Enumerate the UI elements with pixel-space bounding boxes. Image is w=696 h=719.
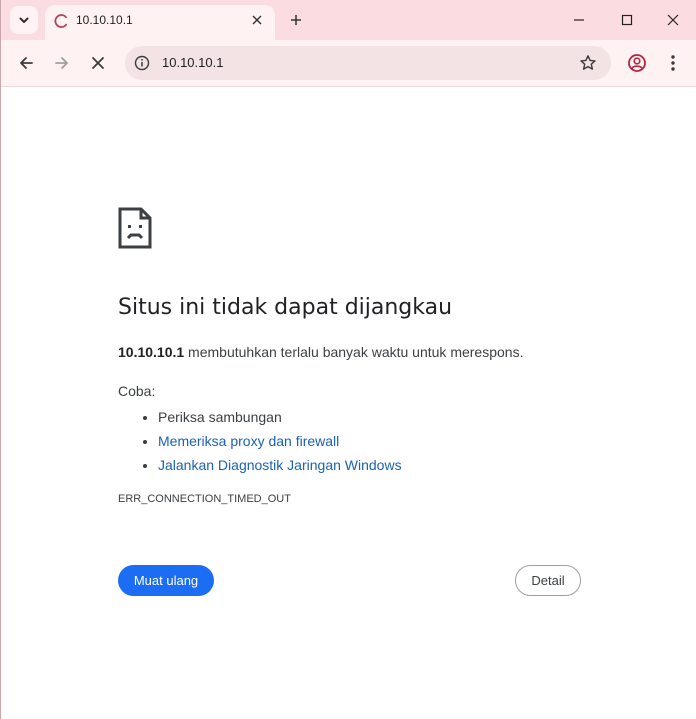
close-icon	[252, 15, 262, 25]
error-host: 10.10.10.1	[118, 344, 185, 360]
minimize-icon	[574, 19, 584, 21]
browser-window: 10.10.10.1 10.10.10.1 Situs ini tidak da…	[0, 0, 696, 719]
tab-search-button[interactable]	[10, 6, 38, 34]
error-code: ERR_CONNECTION_TIMED_OUT	[118, 493, 291, 505]
sad-page-icon	[118, 207, 152, 249]
forward-arrow-icon	[55, 57, 68, 69]
loading-spinner-icon	[54, 14, 68, 28]
star-icon[interactable]	[579, 54, 597, 72]
proxy-firewall-link[interactable]: Memeriksa proxy dan firewall	[158, 433, 339, 449]
close-icon	[667, 14, 679, 26]
back-arrow-icon	[20, 57, 33, 69]
maximize-button[interactable]	[604, 0, 650, 40]
close-window-button[interactable]	[650, 0, 696, 40]
error-summary-text: membutuhkan terlalu banyak waktu untuk m…	[184, 344, 524, 360]
network-diagnostics-link[interactable]: Jalankan Diagnostik Jaringan Windows	[158, 457, 402, 473]
back-button[interactable]	[11, 48, 41, 78]
error-page: Situs ini tidak dapat dijangkau 10.10.10…	[1, 87, 696, 719]
error-summary: 10.10.10.1 membutuhkan terlalu banyak wa…	[118, 344, 523, 360]
url-text[interactable]: 10.10.10.1	[162, 55, 223, 70]
suggestion-check-connection: Periksa sambungan	[158, 405, 402, 429]
forward-button[interactable]	[47, 48, 77, 78]
profile-button[interactable]	[622, 48, 652, 78]
profile-icon	[628, 54, 646, 72]
kebab-menu-icon	[671, 55, 675, 71]
new-tab-button[interactable]	[284, 8, 308, 32]
navigation-toolbar: 10.10.10.1	[1, 40, 696, 87]
address-bar[interactable]: 10.10.10.1	[125, 46, 611, 80]
suggestion-check-proxy: Memeriksa proxy dan firewall	[158, 429, 402, 453]
reload-button[interactable]: Muat ulang	[118, 565, 214, 596]
menu-button[interactable]	[658, 48, 688, 78]
chevron-down-icon	[19, 17, 29, 23]
suggestion-text: Periksa sambungan	[158, 409, 282, 425]
info-icon[interactable]	[134, 55, 150, 71]
details-button[interactable]: Detail	[515, 565, 581, 596]
maximize-icon	[621, 14, 633, 26]
minimize-button[interactable]	[556, 0, 602, 40]
suggestion-run-diagnostics: Jalankan Diagnostik Jaringan Windows	[158, 453, 402, 477]
stop-loading-button[interactable]	[83, 48, 113, 78]
try-label: Coba:	[118, 383, 156, 399]
stop-icon	[92, 57, 104, 69]
tab-active[interactable]: 10.10.10.1	[45, 5, 275, 40]
tab-title: 10.10.10.1	[76, 13, 133, 27]
error-title: Situs ini tidak dapat dijangkau	[118, 295, 453, 320]
plus-icon	[291, 15, 301, 25]
tab-close-button[interactable]	[249, 12, 265, 28]
suggestions-list: Periksa sambungan Memeriksa proxy dan fi…	[118, 405, 402, 477]
tab-strip: 10.10.10.1	[1, 0, 696, 40]
